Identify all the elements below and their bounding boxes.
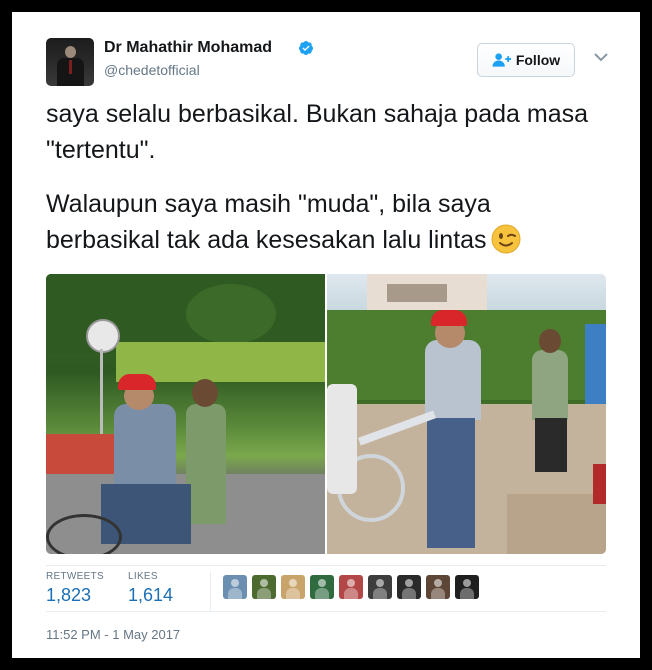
liker-avatar[interactable]: [455, 575, 479, 599]
avatar[interactable]: [46, 38, 94, 86]
liker-avatar[interactable]: [223, 575, 247, 599]
likes-count[interactable]: 1,614: [128, 585, 173, 606]
liker-avatar[interactable]: [426, 575, 450, 599]
tweet-paragraph-2: Walaupun saya masih "muda", bila saya be…: [46, 186, 606, 258]
tweet-media[interactable]: [46, 274, 606, 554]
tweet-card: Dr Mahathir Mohamad @chedetofficial Foll…: [12, 12, 640, 658]
likes-label[interactable]: LIKES: [128, 571, 158, 582]
liker-avatar[interactable]: [368, 575, 392, 599]
liker-avatar[interactable]: [397, 575, 421, 599]
liker-avatar[interactable]: [310, 575, 334, 599]
user-handle[interactable]: @chedetofficial: [104, 62, 200, 78]
retweets-count[interactable]: 1,823: [46, 585, 91, 606]
tweet-paragraph-1: saya selalu berbasikal. Bukan sahaja pad…: [46, 100, 589, 164]
likers-avatars: [223, 575, 479, 599]
follow-label: Follow: [515, 52, 561, 68]
divider-top: [46, 565, 606, 566]
divider-bottom: [46, 611, 606, 612]
verified-badge-icon: [298, 41, 313, 55]
chevron-down-icon[interactable]: [594, 52, 608, 62]
tweet-timestamp[interactable]: 11:52 PM - 1 May 2017: [46, 627, 180, 642]
liker-avatar[interactable]: [281, 575, 305, 599]
stats-separator: [210, 572, 211, 612]
winking-face-emoji-icon: [491, 224, 521, 254]
user-name[interactable]: Dr Mahathir Mohamad: [104, 39, 272, 57]
photo-standing-with-bicycle[interactable]: [327, 274, 606, 554]
liker-avatar[interactable]: [339, 575, 363, 599]
photo-cycling-park[interactable]: [46, 274, 325, 554]
follow-button[interactable]: Follow: [477, 43, 575, 77]
retweets-label[interactable]: RETWEETS: [46, 571, 104, 582]
liker-avatar[interactable]: [252, 575, 276, 599]
tweet-text: saya selalu berbasikal. Bukan sahaja pad…: [46, 96, 606, 258]
add-user-icon: [492, 53, 511, 67]
